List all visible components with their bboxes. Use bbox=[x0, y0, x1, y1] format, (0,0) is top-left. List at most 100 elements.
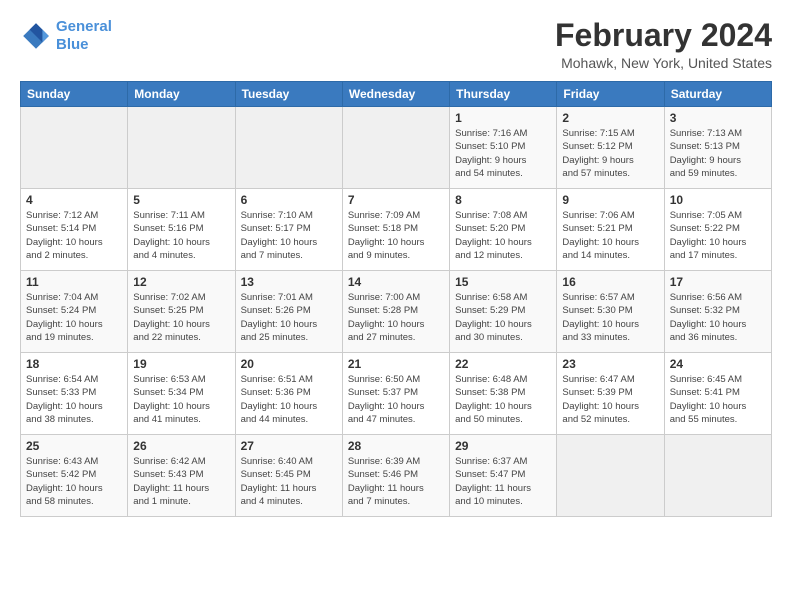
day-number: 26 bbox=[133, 439, 229, 453]
day-number: 29 bbox=[455, 439, 551, 453]
day-info: Sunrise: 7:06 AMSunset: 5:21 PMDaylight:… bbox=[562, 209, 658, 262]
day-cell: 18Sunrise: 6:54 AMSunset: 5:33 PMDayligh… bbox=[21, 353, 128, 435]
day-info: Sunrise: 7:15 AMSunset: 5:12 PMDaylight:… bbox=[562, 127, 658, 180]
logo: General Blue bbox=[20, 18, 112, 54]
day-number: 24 bbox=[670, 357, 766, 371]
day-info: Sunrise: 6:56 AMSunset: 5:32 PMDaylight:… bbox=[670, 291, 766, 344]
day-cell: 21Sunrise: 6:50 AMSunset: 5:37 PMDayligh… bbox=[342, 353, 449, 435]
day-info: Sunrise: 6:53 AMSunset: 5:34 PMDaylight:… bbox=[133, 373, 229, 426]
day-cell: 14Sunrise: 7:00 AMSunset: 5:28 PMDayligh… bbox=[342, 271, 449, 353]
day-number: 21 bbox=[348, 357, 444, 371]
day-cell: 28 Sunrise: 6:39 AMSunset: 5:46 PMDayligh… bbox=[342, 435, 449, 517]
day-number: 11 bbox=[26, 275, 122, 289]
day-cell bbox=[235, 107, 342, 189]
day-cell: 27 Sunrise: 6:40 AMSunset: 5:45 PMDayligh… bbox=[235, 435, 342, 517]
col-sunday: Sunday bbox=[21, 82, 128, 107]
day-info: Sunrise: 7:05 AMSunset: 5:22 PMDaylight:… bbox=[670, 209, 766, 262]
day-cell: 5 Sunrise: 7:11 AMSunset: 5:16 PMDaylight… bbox=[128, 189, 235, 271]
day-info: Sunrise: 7:11 AMSunset: 5:16 PMDaylight:… bbox=[133, 209, 229, 262]
day-number: 2 bbox=[562, 111, 658, 125]
day-info: Sunrise: 6:51 AMSunset: 5:36 PMDaylight:… bbox=[241, 373, 337, 426]
day-cell: 19 Sunrise: 6:53 AMSunset: 5:34 PMDayligh… bbox=[128, 353, 235, 435]
day-info: Sunrise: 7:01 AMSunset: 5:26 PMDaylight:… bbox=[241, 291, 337, 344]
day-number: 27 bbox=[241, 439, 337, 453]
day-number: 14 bbox=[348, 275, 444, 289]
week-row-4: 18Sunrise: 6:54 AMSunset: 5:33 PMDayligh… bbox=[21, 353, 772, 435]
day-cell: 9Sunrise: 7:06 AMSunset: 5:21 PMDaylight… bbox=[557, 189, 664, 271]
day-cell: 25 Sunrise: 6:43 AMSunset: 5:42 PMDayligh… bbox=[21, 435, 128, 517]
day-cell: 16Sunrise: 6:57 AMSunset: 5:30 PMDayligh… bbox=[557, 271, 664, 353]
day-number: 8 bbox=[455, 193, 551, 207]
day-cell: 8 Sunrise: 7:08 AMSunset: 5:20 PMDaylight… bbox=[450, 189, 557, 271]
day-cell bbox=[21, 107, 128, 189]
day-cell: 17 Sunrise: 6:56 AMSunset: 5:32 PMDayligh… bbox=[664, 271, 771, 353]
location: Mohawk, New York, United States bbox=[555, 55, 772, 71]
calendar: Sunday Monday Tuesday Wednesday Thursday… bbox=[20, 81, 772, 517]
logo-line2: Blue bbox=[56, 36, 89, 53]
day-number: 13 bbox=[241, 275, 337, 289]
day-number: 6 bbox=[241, 193, 337, 207]
day-info: Sunrise: 6:58 AMSunset: 5:29 PMDaylight:… bbox=[455, 291, 551, 344]
day-info: Sunrise: 7:10 AMSunset: 5:17 PMDaylight:… bbox=[241, 209, 337, 262]
day-info: Sunrise: 7:13 AMSunset: 5:13 PMDaylight:… bbox=[670, 127, 766, 180]
day-info: Sunrise: 6:42 AMSunset: 5:43 PMDaylight:… bbox=[133, 455, 229, 508]
day-cell: 12 Sunrise: 7:02 AMSunset: 5:25 PMDayligh… bbox=[128, 271, 235, 353]
calendar-header: Sunday Monday Tuesday Wednesday Thursday… bbox=[21, 82, 772, 107]
day-info: Sunrise: 7:02 AMSunset: 5:25 PMDaylight:… bbox=[133, 291, 229, 344]
day-cell bbox=[128, 107, 235, 189]
logo-icon bbox=[20, 20, 52, 52]
logo-text: General Blue bbox=[56, 18, 112, 54]
day-cell: 6 Sunrise: 7:10 AMSunset: 5:17 PMDaylight… bbox=[235, 189, 342, 271]
day-info: Sunrise: 6:45 AMSunset: 5:41 PMDaylight:… bbox=[670, 373, 766, 426]
day-cell: 26 Sunrise: 6:42 AMSunset: 5:43 PMDayligh… bbox=[128, 435, 235, 517]
logo-line1: General bbox=[56, 18, 112, 35]
day-number: 23 bbox=[562, 357, 658, 371]
day-number: 12 bbox=[133, 275, 229, 289]
header: General Blue February 2024 Mohawk, New Y… bbox=[20, 18, 772, 71]
day-cell: 13 Sunrise: 7:01 AMSunset: 5:26 PMDayligh… bbox=[235, 271, 342, 353]
day-info: Sunrise: 6:40 AMSunset: 5:45 PMDaylight:… bbox=[241, 455, 337, 508]
day-info: Sunrise: 6:37 AMSunset: 5:47 PMDaylight:… bbox=[455, 455, 551, 508]
header-row: Sunday Monday Tuesday Wednesday Thursday… bbox=[21, 82, 772, 107]
col-tuesday: Tuesday bbox=[235, 82, 342, 107]
day-cell: 24 Sunrise: 6:45 AMSunset: 5:41 PMDayligh… bbox=[664, 353, 771, 435]
title-area: February 2024 Mohawk, New York, United S… bbox=[555, 18, 772, 71]
week-row-2: 4 Sunrise: 7:12 AMSunset: 5:14 PMDaylight… bbox=[21, 189, 772, 271]
day-cell: 1 Sunrise: 7:16 AMSunset: 5:10 PMDaylight… bbox=[450, 107, 557, 189]
col-wednesday: Wednesday bbox=[342, 82, 449, 107]
day-number: 25 bbox=[26, 439, 122, 453]
day-number: 4 bbox=[26, 193, 122, 207]
week-row-3: 11Sunrise: 7:04 AMSunset: 5:24 PMDayligh… bbox=[21, 271, 772, 353]
day-cell: 11Sunrise: 7:04 AMSunset: 5:24 PMDayligh… bbox=[21, 271, 128, 353]
day-number: 1 bbox=[455, 111, 551, 125]
day-number: 10 bbox=[670, 193, 766, 207]
day-info: Sunrise: 7:08 AMSunset: 5:20 PMDaylight:… bbox=[455, 209, 551, 262]
day-cell: 10 Sunrise: 7:05 AMSunset: 5:22 PMDayligh… bbox=[664, 189, 771, 271]
col-monday: Monday bbox=[128, 82, 235, 107]
day-number: 19 bbox=[133, 357, 229, 371]
week-row-1: 1 Sunrise: 7:16 AMSunset: 5:10 PMDaylight… bbox=[21, 107, 772, 189]
day-info: Sunrise: 6:39 AMSunset: 5:46 PMDaylight:… bbox=[348, 455, 444, 508]
day-info: Sunrise: 6:57 AMSunset: 5:30 PMDaylight:… bbox=[562, 291, 658, 344]
day-cell bbox=[342, 107, 449, 189]
day-info: Sunrise: 7:12 AMSunset: 5:14 PMDaylight:… bbox=[26, 209, 122, 262]
day-cell: 3Sunrise: 7:13 AMSunset: 5:13 PMDaylight… bbox=[664, 107, 771, 189]
page: General Blue February 2024 Mohawk, New Y… bbox=[0, 0, 792, 527]
day-info: Sunrise: 6:48 AMSunset: 5:38 PMDaylight:… bbox=[455, 373, 551, 426]
day-info: Sunrise: 6:54 AMSunset: 5:33 PMDaylight:… bbox=[26, 373, 122, 426]
day-info: Sunrise: 6:43 AMSunset: 5:42 PMDaylight:… bbox=[26, 455, 122, 508]
day-cell bbox=[557, 435, 664, 517]
day-cell: 22 Sunrise: 6:48 AMSunset: 5:38 PMDayligh… bbox=[450, 353, 557, 435]
day-cell: 15Sunrise: 6:58 AMSunset: 5:29 PMDayligh… bbox=[450, 271, 557, 353]
col-thursday: Thursday bbox=[450, 82, 557, 107]
day-number: 22 bbox=[455, 357, 551, 371]
col-friday: Friday bbox=[557, 82, 664, 107]
day-info: Sunrise: 7:16 AMSunset: 5:10 PMDaylight:… bbox=[455, 127, 551, 180]
day-cell: 7 Sunrise: 7:09 AMSunset: 5:18 PMDaylight… bbox=[342, 189, 449, 271]
day-number: 28 bbox=[348, 439, 444, 453]
day-info: Sunrise: 7:09 AMSunset: 5:18 PMDaylight:… bbox=[348, 209, 444, 262]
day-number: 7 bbox=[348, 193, 444, 207]
day-number: 17 bbox=[670, 275, 766, 289]
day-cell: 2 Sunrise: 7:15 AMSunset: 5:12 PMDaylight… bbox=[557, 107, 664, 189]
day-number: 5 bbox=[133, 193, 229, 207]
